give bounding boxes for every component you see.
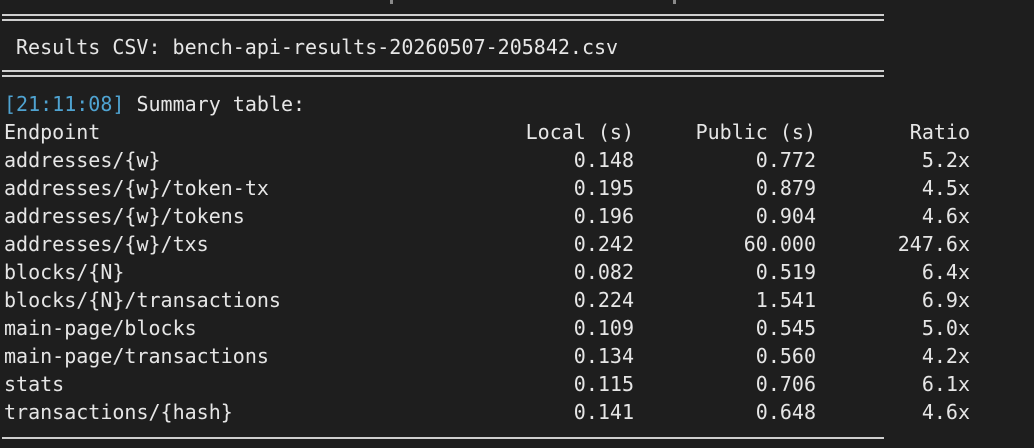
table-row: addresses/{w}/token-tx 0.195 0.879 4.5x [4, 174, 974, 202]
cell-local: 0.195 [573, 176, 634, 200]
table-row: blocks/{N}/transactions 0.224 1.541 6.9x [4, 286, 974, 314]
cell-public: 0.648 [755, 400, 816, 424]
cell-ratio: 4.6x [921, 204, 970, 228]
separator-top [2, 14, 884, 21]
cell-local: 0.109 [573, 316, 634, 340]
cell-public: 0.519 [755, 260, 816, 284]
cell-ratio: 4.6x [921, 400, 970, 424]
cell-local: 0.082 [573, 260, 634, 284]
cell-public: 1.541 [755, 288, 816, 312]
cell-local: 0.115 [573, 372, 634, 396]
cell-public: 60.000 [743, 232, 816, 256]
results-csv-label: Results CSV: [16, 35, 161, 59]
cell-local: 0.148 [573, 148, 634, 172]
table-row: transactions/{hash} 0.141 0.648 4.6x [4, 398, 974, 426]
table-row: main-page/blocks 0.109 0.545 5.0x [4, 314, 974, 342]
cell-endpoint: blocks/{N}/transactions [4, 288, 281, 312]
header-public: Public (s) [695, 120, 816, 144]
table-row: stats 0.115 0.706 6.1x [4, 370, 974, 398]
separator-end [2, 437, 884, 439]
table-row: blocks/{N} 0.082 0.519 6.4x [4, 258, 974, 286]
cell-local: 0.196 [573, 204, 634, 228]
cell-public: 0.706 [755, 372, 816, 396]
header-local: Local (s) [525, 120, 634, 144]
cell-public: 0.879 [755, 176, 816, 200]
cell-public: 0.560 [755, 344, 816, 368]
cell-public: 0.772 [755, 148, 816, 172]
table-row: addresses/{w} 0.148 0.772 5.2x [4, 146, 974, 174]
cell-ratio: 6.9x [921, 288, 970, 312]
cell-public: 0.904 [755, 204, 816, 228]
terminal-output: Results CSV: bench-api-results-20260507-… [0, 0, 1034, 448]
table-row: addresses/{w}/tokens 0.196 0.904 4.6x [4, 202, 974, 230]
cell-endpoint: addresses/{w}/token-tx [4, 176, 269, 200]
cell-endpoint: transactions/{hash} [4, 400, 233, 424]
cell-endpoint: addresses/{w}/txs [4, 232, 209, 256]
cell-endpoint: blocks/{N} [4, 260, 125, 284]
previous-line-fragment [390, 0, 690, 4]
cell-endpoint: main-page/blocks [4, 316, 197, 340]
cell-endpoint: main-page/transactions [4, 344, 269, 368]
table-row: addresses/{w}/txs 0.242 60.000 247.6x [4, 230, 974, 258]
header-ratio: Ratio [909, 120, 970, 144]
separator-bottom [2, 70, 884, 77]
cell-endpoint: addresses/{w} [4, 148, 161, 172]
cell-ratio: 6.1x [921, 372, 970, 396]
cell-local: 0.134 [573, 344, 634, 368]
cell-ratio: 5.0x [921, 316, 970, 340]
cell-public: 0.545 [755, 316, 816, 340]
cell-ratio: 6.4x [921, 260, 970, 284]
table-header: Endpoint Local (s) Public (s) Ratio [4, 118, 974, 146]
cell-local: 0.141 [573, 400, 634, 424]
cell-local: 0.242 [573, 232, 634, 256]
summary-line: [21:11:08] Summary table: [4, 90, 305, 118]
summary-label: Summary table: [136, 92, 306, 116]
cell-endpoint: addresses/{w}/tokens [4, 204, 245, 228]
results-csv-line: Results CSV: bench-api-results-20260507-… [16, 33, 618, 61]
summary-timestamp: [21:11:08] [4, 92, 125, 116]
cell-local: 0.224 [573, 288, 634, 312]
cell-ratio: 4.2x [921, 344, 970, 368]
cell-ratio: 247.6x [897, 232, 970, 256]
cell-endpoint: stats [4, 372, 65, 396]
cell-ratio: 5.2x [921, 148, 970, 172]
header-endpoint: Endpoint [4, 120, 101, 144]
cell-ratio: 4.5x [921, 176, 970, 200]
table-row: main-page/transactions 0.134 0.560 4.2x [4, 342, 974, 370]
results-csv-filename: bench-api-results-20260507-205842.csv [172, 35, 619, 59]
